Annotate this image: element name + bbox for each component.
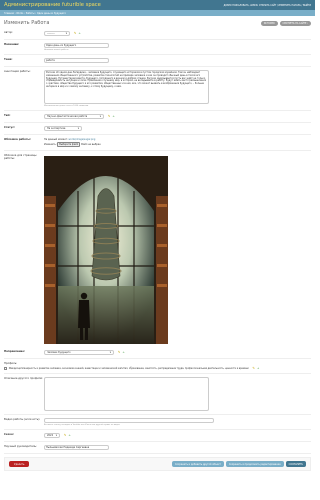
cover-label: Обложка работы: bbox=[4, 138, 31, 141]
video-label: Видео работы (если есть): bbox=[4, 418, 41, 421]
edit-icon[interactable]: ✎ bbox=[108, 114, 111, 118]
theme-row: Тема: работа bbox=[4, 55, 311, 67]
author-label: Автор: bbox=[4, 31, 13, 34]
choose-file-button[interactable]: Выберите файл bbox=[57, 142, 81, 147]
video-row: Видео работы (если есть): Вставьте ссылк… bbox=[4, 415, 311, 430]
leader-input[interactable]: Пыльнёвская Надежда Сергеевна bbox=[44, 445, 109, 450]
direction-select[interactable]: Человек будущего ▾ bbox=[44, 350, 114, 355]
chevron-down-icon: ▾ bbox=[65, 32, 67, 35]
theme-input[interactable]: работа bbox=[44, 58, 109, 63]
cover-image-label: Обложка для страницы работы: bbox=[4, 154, 37, 160]
author-row: Автор: --------- ▾ ✎ + bbox=[4, 28, 311, 40]
direction-row: Направление: Человек будущего ▾ ✎ + bbox=[4, 347, 311, 359]
status-row: Статус: На экспертизе ▾ bbox=[4, 123, 311, 135]
name-help: Название вашей работы bbox=[44, 49, 69, 51]
spheres-text: Междисциплинарность и развитие человека,… bbox=[8, 367, 249, 370]
cover-illustration bbox=[44, 156, 168, 344]
theme-label: Тема: bbox=[4, 58, 13, 61]
add-icon[interactable]: + bbox=[257, 366, 260, 370]
add-icon[interactable]: + bbox=[112, 114, 115, 118]
chevron-down-icon: ▾ bbox=[55, 434, 57, 437]
direction-label: Направление: bbox=[4, 350, 26, 353]
annotation-label: Аннотация работы: bbox=[4, 70, 31, 73]
spheres-checkbox[interactable] bbox=[4, 367, 7, 370]
type-row: Тип: Научно-фантастическая работа ▾ ✎ + bbox=[4, 111, 311, 123]
other-profile-textarea[interactable] bbox=[44, 377, 209, 411]
video-input[interactable] bbox=[44, 418, 214, 423]
year-label: Сезон: bbox=[4, 433, 14, 436]
annotation-textarea[interactable]: Рассказ об одном дне Легардина – человек… bbox=[44, 70, 209, 104]
site-brand[interactable]: Администрирование futurible space bbox=[4, 2, 101, 8]
chevron-down-icon: ▾ bbox=[77, 127, 79, 130]
add-icon[interactable]: + bbox=[122, 350, 125, 354]
edit-icon[interactable]: ✎ bbox=[74, 31, 77, 35]
year-row: Сезон: 2022 ▾ ✎ + bbox=[4, 430, 311, 442]
edit-icon[interactable]: ✎ bbox=[64, 433, 67, 437]
status-label: Статус: bbox=[4, 126, 15, 129]
cover-image bbox=[44, 156, 168, 344]
annotation-help: Максимальная длина текста 1000 символов. bbox=[44, 105, 89, 107]
name-label: Название: bbox=[4, 43, 20, 46]
delete-button[interactable]: Удалить bbox=[9, 461, 30, 467]
year-select[interactable]: 2022 ▾ bbox=[44, 433, 60, 438]
save-continue-button[interactable]: Сохранить и продолжить редактирование bbox=[225, 461, 284, 467]
save-add-another-button[interactable]: Сохранить и добавить другой объект bbox=[172, 461, 224, 467]
annotation-row: Аннотация работы: Рассказ об одном дне Л… bbox=[4, 67, 311, 111]
chevron-down-icon: ▾ bbox=[99, 115, 101, 118]
view-on-site-button[interactable]: СМОТРЕТЬ НА САЙТЕ › bbox=[279, 20, 311, 26]
status-select[interactable]: На экспертизе ▾ bbox=[44, 126, 82, 131]
video-help: Вставьте ссылку на видео в Youtube или V… bbox=[44, 424, 120, 426]
history-button[interactable]: ИСТОРИЯ bbox=[260, 20, 278, 26]
cover-image-row: Обложка для страницы работы: bbox=[4, 151, 311, 347]
type-select[interactable]: Научно-фантастическая работа ▾ bbox=[44, 114, 104, 119]
name-input[interactable]: Один день из будущего bbox=[44, 43, 109, 48]
add-icon[interactable]: + bbox=[78, 31, 81, 35]
spheres-label: Профиль: bbox=[4, 362, 18, 365]
no-file-text: Файл не выбран bbox=[81, 143, 101, 146]
other-profile-row: Описание другого профиля: bbox=[4, 374, 311, 415]
cover-row: Обложка работы: На данный момент: works/… bbox=[4, 135, 311, 151]
change-form: Автор: --------- ▾ ✎ + Название: Один день… bbox=[0, 28, 315, 454]
type-label: Тип: bbox=[4, 114, 11, 117]
user-tools[interactable]: ДОБРО ПОЖАЛОВАТЬ, ADMIN. ОТКРЫТЬ САЙТ / … bbox=[224, 4, 311, 7]
save-button[interactable]: СОХРАНИТЬ bbox=[285, 461, 306, 467]
other-profile-label: Описание другого профиля: bbox=[4, 377, 43, 380]
leader-row: Научный руководитель: Пыльнёвская Надежд… bbox=[4, 442, 311, 454]
edit-icon[interactable]: ✎ bbox=[118, 350, 121, 354]
spheres-row: Профиль: Междисциплинарность и развитие … bbox=[4, 359, 311, 374]
current-label: На данный момент: bbox=[44, 138, 68, 141]
edit-icon[interactable]: ✎ bbox=[252, 366, 255, 370]
current-file-link[interactable]: works/image/sugar.png bbox=[69, 138, 96, 141]
name-row: Название: Один день из будущего Название… bbox=[4, 40, 311, 55]
submit-row: Удалить Сохранить и добавить другой объе… bbox=[4, 457, 311, 471]
author-select[interactable]: --------- ▾ bbox=[44, 31, 70, 36]
page-title: Изменить Работа bbox=[4, 20, 50, 26]
leader-label: Научный руководитель: bbox=[4, 445, 37, 448]
change-label: Изменить: bbox=[44, 143, 57, 146]
admin-header: Администрирование futurible space ДОБРО … bbox=[0, 0, 315, 10]
add-icon[interactable]: + bbox=[68, 433, 71, 437]
chevron-down-icon: ▾ bbox=[109, 351, 111, 354]
